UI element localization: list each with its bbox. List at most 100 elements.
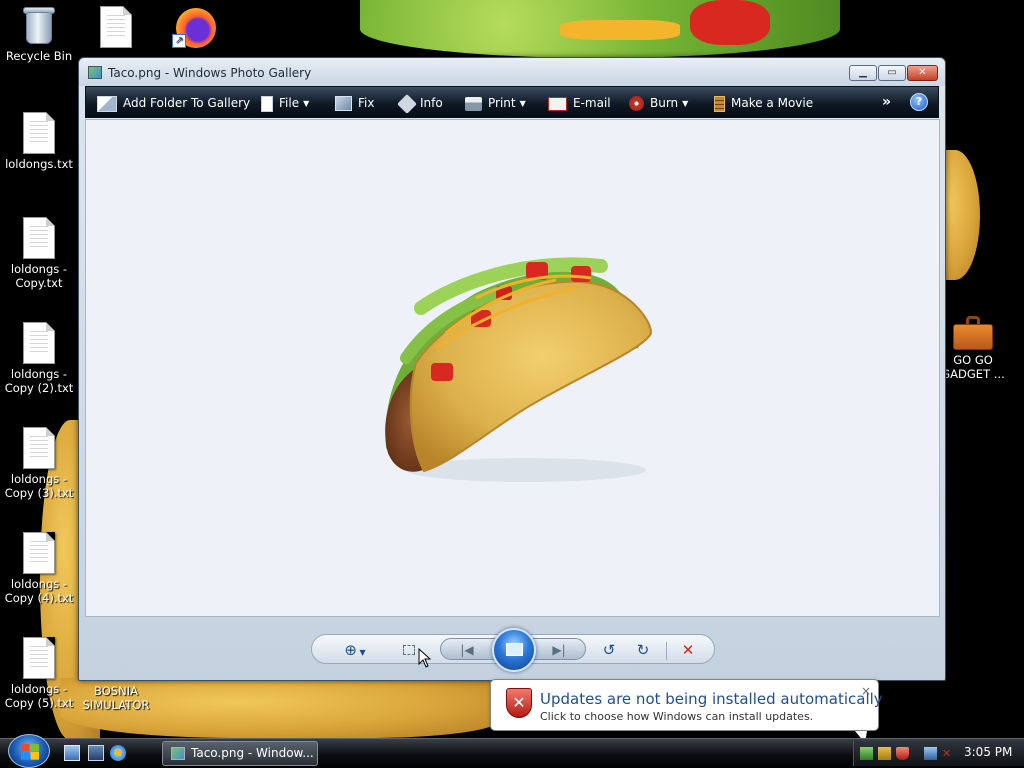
desktop-icon-loldongs-copy-2[interactable]: loldongs - Copy (2).txt bbox=[0, 322, 78, 395]
volume-muted-icon[interactable]: ✕ bbox=[942, 747, 955, 760]
fix-icon bbox=[335, 96, 352, 111]
email-label: E-mail bbox=[573, 96, 611, 110]
notification-title: Updates are not being installed automati… bbox=[540, 690, 883, 708]
rotate-counterclockwise-button[interactable]: ↺ bbox=[598, 640, 620, 660]
window-titlebar[interactable]: Taco.png - Windows Photo Gallery ▁ ▭ ✕ bbox=[79, 58, 945, 86]
make-movie-label: Make a Movie bbox=[731, 96, 814, 110]
taskbar-button-label: Taco.png - Window... bbox=[191, 746, 314, 760]
security-alert-icon[interactable] bbox=[896, 747, 909, 760]
recycle-bin-icon bbox=[22, 4, 56, 46]
maximize-icon: ▭ bbox=[887, 67, 897, 78]
desktop-icon-loldongs-copy-4[interactable]: loldongs - Copy (4).txt bbox=[0, 532, 78, 605]
burn-disc-icon bbox=[629, 96, 644, 111]
taco-image bbox=[385, 257, 653, 482]
desktop-icon-label: loldongs.txt bbox=[5, 157, 73, 171]
file-menu-button[interactable]: File ▼ bbox=[261, 94, 309, 112]
minimize-button[interactable]: ▁ bbox=[849, 65, 877, 81]
make-movie-button[interactable]: Make a Movie bbox=[714, 94, 813, 112]
start-button[interactable] bbox=[8, 734, 50, 768]
slideshow-icon bbox=[506, 643, 523, 656]
fit-to-window-icon bbox=[403, 645, 415, 655]
text-file-icon bbox=[23, 637, 55, 679]
text-file-icon bbox=[100, 6, 132, 48]
notification-body: Click to choose how Windows can install … bbox=[540, 710, 814, 723]
text-file-icon bbox=[23, 322, 55, 364]
rotate-clockwise-button[interactable]: ↻ bbox=[632, 640, 654, 660]
desktop-icon-label: GO GO GADGET ... bbox=[941, 353, 1005, 381]
taskbar-clock[interactable]: 3:05 PM bbox=[964, 745, 1012, 759]
briefcase-icon bbox=[953, 316, 993, 350]
network-icon[interactable] bbox=[860, 747, 873, 760]
chevron-down-icon: ▼ bbox=[519, 98, 526, 108]
rotate-right-icon: ↻ bbox=[636, 641, 650, 659]
desktop-icon-loldongs-copy[interactable]: loldongs - Copy.txt bbox=[0, 217, 78, 290]
close-button[interactable]: ✕ bbox=[907, 65, 938, 81]
actual-size-button[interactable] bbox=[398, 640, 420, 660]
mouse-cursor-icon bbox=[418, 648, 432, 668]
print-menu-button[interactable]: Print ▼ bbox=[465, 94, 526, 112]
firefox-icon: ↗ bbox=[172, 2, 218, 48]
desktop-icon-file[interactable] bbox=[77, 6, 155, 51]
window-title: Taco.png - Windows Photo Gallery bbox=[108, 66, 312, 80]
film-strip-icon bbox=[714, 95, 725, 112]
desktop-icon-label: Recycle Bin bbox=[5, 49, 73, 63]
add-folder-button[interactable]: Add Folder To Gallery bbox=[97, 94, 250, 112]
desktop-icon-bosnia-simulator[interactable]: BOSNIA SIMULATOR bbox=[77, 684, 155, 712]
wallpaper-tomato-top bbox=[690, 0, 770, 45]
switch-windows-icon[interactable] bbox=[88, 745, 104, 761]
photo-gallery-icon bbox=[171, 747, 185, 760]
text-file-icon bbox=[23, 217, 55, 259]
previous-button[interactable]: |◀ bbox=[449, 639, 485, 659]
zoom-icon: ⊕ bbox=[344, 641, 357, 659]
windows-logo-icon bbox=[21, 744, 39, 760]
slideshow-button[interactable] bbox=[492, 628, 536, 672]
control-separator bbox=[666, 642, 667, 660]
chevron-down-icon: ▼ bbox=[303, 98, 310, 108]
desktop-icon-recycle-bin[interactable]: Recycle Bin bbox=[0, 4, 78, 63]
help-button[interactable]: ? bbox=[910, 93, 928, 111]
zoom-button[interactable]: ⊕ ▼ bbox=[338, 640, 372, 660]
info-tag-icon bbox=[397, 93, 417, 114]
more-commands-button[interactable]: » bbox=[882, 94, 891, 110]
photo-gallery-icon bbox=[88, 66, 102, 79]
fix-label: Fix bbox=[358, 96, 375, 110]
delete-icon: ✕ bbox=[681, 641, 695, 659]
desktop-icon-label: loldongs - Copy (3).txt bbox=[4, 472, 74, 500]
info-button[interactable]: Info bbox=[397, 93, 443, 114]
desktop-icon-label: loldongs - Copy.txt bbox=[10, 262, 68, 290]
info-label: Info bbox=[420, 96, 443, 110]
desktop: Recycle Bin ↗ loldongs.txt loldongs - Co… bbox=[0, 0, 1024, 768]
next-icon: ▶| bbox=[552, 643, 566, 657]
maximize-button[interactable]: ▭ bbox=[878, 65, 906, 81]
desktop-icon-loldongs-copy-5[interactable]: loldongs - Copy (5).txt bbox=[0, 637, 78, 710]
minimize-icon: ▁ bbox=[859, 67, 867, 78]
fix-button[interactable]: Fix bbox=[335, 94, 374, 112]
add-folder-icon bbox=[97, 95, 117, 112]
show-desktop-icon[interactable] bbox=[64, 745, 80, 761]
desktop-icon-label: loldongs - Copy (5).txt bbox=[4, 682, 74, 710]
desktop-icon-loldongs-copy-3[interactable]: loldongs - Copy (3).txt bbox=[0, 427, 78, 500]
text-file-icon bbox=[23, 532, 55, 574]
image-viewer bbox=[85, 119, 940, 617]
delete-button[interactable]: ✕ bbox=[676, 640, 700, 660]
printer-icon bbox=[465, 96, 482, 111]
next-button[interactable]: ▶| bbox=[541, 639, 577, 659]
text-file-icon bbox=[23, 112, 55, 154]
internet-explorer-icon[interactable]: e bbox=[110, 745, 126, 761]
text-file-icon bbox=[23, 427, 55, 469]
desktop-icon-loldongs[interactable]: loldongs.txt bbox=[0, 112, 78, 171]
desktop-icon-label: BOSNIA SIMULATOR bbox=[82, 684, 150, 712]
update-notification-balloon[interactable]: ✕ Updates are not being installed automa… bbox=[490, 679, 883, 743]
rotate-left-icon: ↺ bbox=[602, 641, 616, 659]
desktop-icon-firefox[interactable]: ↗ bbox=[156, 2, 234, 51]
security-shield-icon: ✕ bbox=[506, 688, 532, 718]
email-button[interactable]: E-mail bbox=[548, 94, 611, 112]
burn-menu-button[interactable]: Burn ▼ bbox=[629, 94, 688, 112]
burn-label: Burn bbox=[650, 96, 679, 110]
notification-close-button[interactable]: × bbox=[861, 684, 871, 698]
network-connection-icon[interactable] bbox=[924, 747, 937, 760]
file-menu-label: File bbox=[279, 96, 300, 110]
windows-update-icon[interactable] bbox=[878, 747, 891, 760]
desktop-icon-label: loldongs - Copy (4).txt bbox=[4, 577, 74, 605]
taskbar-button-photo-gallery[interactable]: Taco.png - Window... bbox=[162, 741, 318, 766]
